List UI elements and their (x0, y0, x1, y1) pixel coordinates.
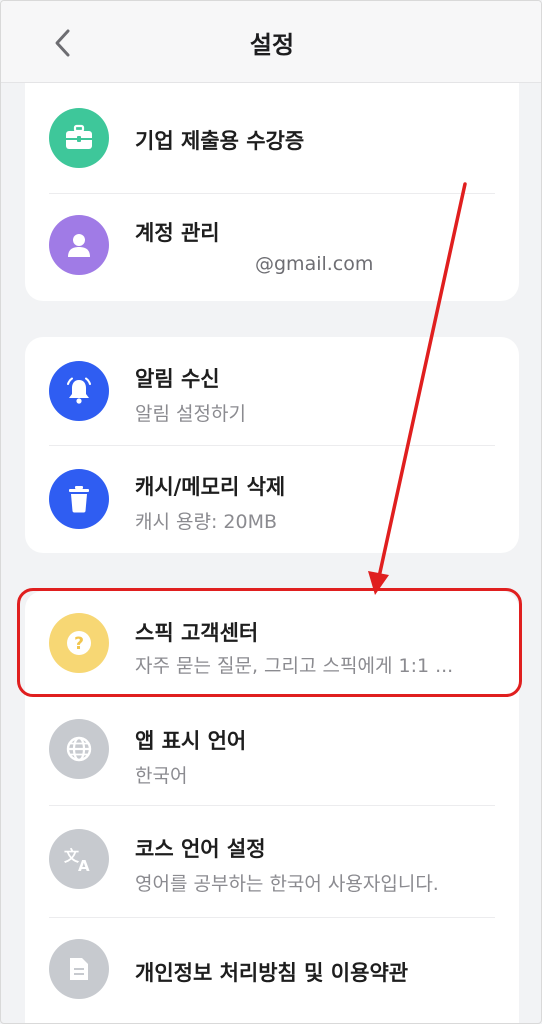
menu-item-title: 앱 표시 언어 (135, 729, 247, 753)
menu-item-account-management[interactable]: 계정 관리 @gmail.com (25, 193, 519, 301)
highlight-box (17, 588, 522, 697)
account-email: @gmail.com (255, 253, 374, 275)
menu-item-title: 개인정보 처리방침 및 이용약관 (135, 961, 409, 985)
menu-item-title: 알림 수신 (135, 367, 220, 391)
menu-item-subtitle: 한국어 (135, 765, 188, 787)
translate-icon: 文 A (49, 829, 109, 889)
briefcase-icon (49, 108, 109, 168)
menu-item-course-language[interactable]: 文 A 코스 언어 설정 영어를 공부하는 한국어 사용자입니다. (25, 805, 519, 917)
menu-item-company-certificate[interactable]: 기업 제출용 수강증 (25, 83, 519, 193)
globe-icon (49, 719, 109, 779)
user-icon (49, 215, 109, 275)
menu-item-clear-cache[interactable]: 캐시/메모리 삭제 캐시 용량: 20MB (25, 445, 519, 553)
settings-screen: 설정 기업 제출용 수강증 계정 관리 @gmail.com 알림 수신 알림 … (0, 0, 542, 1024)
menu-item-title: 계정 관리 (135, 221, 220, 245)
trash-icon (49, 469, 109, 529)
page-title: 설정 (249, 31, 295, 59)
menu-item-title: 캐시/메모리 삭제 (135, 475, 286, 499)
top-bar: 설정 (1, 1, 541, 83)
settings-group-app: 알림 수신 알림 설정하기 캐시/메모리 삭제 캐시 용량: 20MB (25, 337, 519, 553)
menu-item-app-language[interactable]: 앱 표시 언어 한국어 (25, 695, 519, 805)
bell-icon (49, 361, 109, 421)
menu-item-subtitle: 알림 설정하기 (135, 403, 246, 425)
svg-text:A: A (78, 857, 90, 874)
menu-item-notifications[interactable]: 알림 수신 알림 설정하기 (25, 337, 519, 445)
menu-item-privacy-terms[interactable]: 개인정보 처리방침 및 이용약관 (25, 917, 519, 1017)
menu-item-title: 코스 언어 설정 (135, 837, 266, 861)
settings-group-account: 기업 제출용 수강증 계정 관리 @gmail.com (25, 83, 519, 301)
menu-item-subtitle: 영어를 공부하는 한국어 사용자입니다. (135, 873, 439, 895)
document-icon (49, 939, 109, 999)
menu-item-subtitle: 캐시 용량: 20MB (135, 511, 278, 533)
menu-item-title: 기업 제출용 수강증 (135, 129, 305, 153)
